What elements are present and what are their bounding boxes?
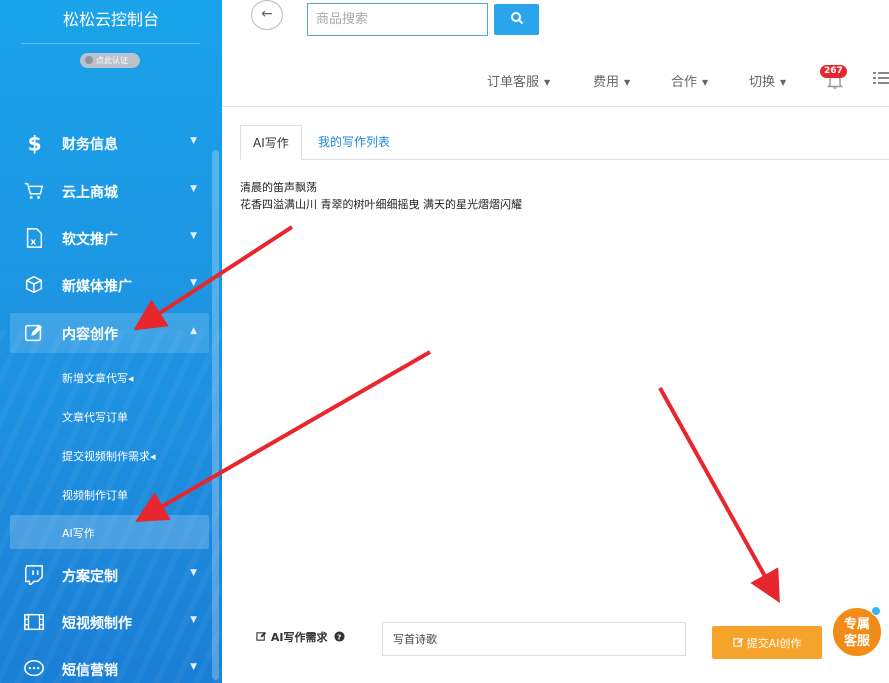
- caret-up-icon: ▲: [190, 326, 197, 336]
- svg-text:?: ?: [337, 632, 341, 641]
- nav-cooperation[interactable]: 合作 ▼: [671, 71, 708, 90]
- poem-line: 花香四溢满山川 青翠的树叶细细摇曳 满天的星光熠熠闪耀: [240, 198, 522, 211]
- excel-doc-icon: x: [26, 228, 43, 248]
- sidebar-item-label: 软文推广: [62, 232, 118, 248]
- caret-down-icon: ▼: [190, 231, 197, 241]
- submit-ai-button[interactable]: 提交AI创作: [712, 626, 822, 659]
- caret-down-icon: ▼: [190, 662, 197, 672]
- poem-line: 清晨的笛声飘荡: [240, 181, 317, 194]
- twitch-icon: [25, 565, 43, 585]
- service-line: 客服: [843, 634, 870, 649]
- caret-down-icon: ▼: [780, 78, 787, 87]
- service-line: 专属: [843, 617, 870, 632]
- submit-label: 提交AI创作: [746, 636, 802, 650]
- svg-text:$: $: [28, 132, 42, 154]
- edit-icon: [732, 637, 743, 647]
- edit-icon: [256, 631, 267, 641]
- sidebar-item-finance[interactable]: $ 财务信息 ▼: [10, 123, 209, 163]
- sidebar-item-plan[interactable]: 方案定制 ▼: [10, 555, 209, 595]
- online-indicator: [871, 606, 881, 616]
- back-button[interactable]: ←: [251, 0, 283, 30]
- submenu-item-video-request[interactable]: 提交视频制作需求◂: [10, 438, 209, 472]
- nav-label: 费用: [593, 75, 620, 90]
- requirement-input[interactable]: [382, 622, 686, 656]
- tab-ai-writing[interactable]: AI写作: [240, 125, 302, 160]
- caret-down-icon: ▼: [190, 184, 197, 194]
- submenu-item-article-orders[interactable]: 文章代写订单: [10, 399, 209, 433]
- sidebar-item-label: 方案定制: [62, 569, 118, 585]
- film-icon: [24, 613, 44, 631]
- nav-order-service[interactable]: 订单客服 ▼: [487, 71, 550, 90]
- sidebar-scrollbar[interactable]: [212, 150, 219, 680]
- sidebar-item-label: 新媒体推广: [62, 279, 132, 295]
- caret-down-icon: ▼: [624, 78, 631, 87]
- cart-icon: [24, 182, 44, 199]
- submenu-item-new-article[interactable]: 新增文章代写◂: [10, 360, 209, 394]
- nav-fees[interactable]: 费用 ▼: [593, 71, 630, 90]
- sidebar-item-shortvideo[interactable]: 短视频制作 ▼: [10, 602, 209, 642]
- divider: [22, 43, 200, 44]
- caret-down-icon: ▼: [544, 78, 551, 87]
- svg-text:x: x: [30, 236, 36, 247]
- submenu-label: 文章代写订单: [62, 411, 128, 424]
- caret-down-icon: ▼: [190, 568, 197, 578]
- nav-label: 切换: [749, 75, 776, 90]
- sidebar-item-label: 短信营销: [62, 663, 118, 679]
- submenu-label: AI写作: [62, 527, 95, 540]
- caret-down-icon: ▼: [702, 78, 709, 87]
- brand-title: 松松云控制台: [62, 10, 159, 29]
- sidebar-item-mall[interactable]: 云上商城 ▼: [10, 171, 209, 211]
- nav-label: 合作: [671, 75, 698, 90]
- edit-icon: [25, 324, 43, 342]
- sidebar-item-label: 财务信息: [62, 137, 118, 153]
- submenu-item-ai-writing[interactable]: AI写作: [10, 515, 209, 549]
- ai-result-text: 清晨的笛声飘荡 花香四溢满山川 青翠的树叶细细摇曳 满天的星光熠熠闪耀: [240, 179, 522, 213]
- sidebar-item-content[interactable]: 内容创作 ▲: [10, 313, 209, 353]
- caret-down-icon: ▼: [190, 136, 197, 146]
- requirement-label: AI写作需求 ?: [256, 629, 345, 645]
- search-input[interactable]: [307, 3, 488, 36]
- header-divider: [222, 106, 889, 107]
- nav-label: 订单客服: [487, 75, 540, 90]
- nav-switch[interactable]: 切换 ▼: [749, 71, 786, 90]
- submenu-label: 提交视频制作需求◂: [62, 450, 156, 463]
- sidebar-item-label: 短视频制作: [62, 616, 132, 632]
- sidebar: 松松云控制台 点此认证 $ 财务信息 ▼ 云上商城 ▼ x 软文推广 ▼ 新媒体…: [0, 0, 222, 683]
- verify-badge[interactable]: 点此认证: [80, 53, 140, 68]
- tabs-divider: [240, 159, 889, 160]
- chat-icon: [24, 660, 44, 677]
- search-button[interactable]: [494, 4, 539, 35]
- cube-icon: [25, 275, 43, 294]
- arrow-annotation: [658, 387, 780, 603]
- caret-down-icon: ▼: [190, 278, 197, 288]
- requirement-label-text: AI写作需求: [270, 631, 328, 644]
- search-icon: [510, 12, 523, 25]
- sidebar-item-label: 内容创作: [62, 327, 118, 343]
- sidebar-item-label: 云上商城: [62, 185, 118, 201]
- notification-badge: 267: [820, 65, 847, 78]
- list-icon[interactable]: [873, 71, 889, 85]
- submenu-label: 新增文章代写◂: [62, 372, 134, 385]
- arrow-left-icon: ←: [261, 6, 273, 22]
- submenu-label: 视频制作订单: [62, 489, 128, 502]
- question-icon[interactable]: ?: [334, 631, 345, 642]
- dollar-icon: $: [28, 132, 42, 154]
- submenu-item-video-orders[interactable]: 视频制作订单: [10, 477, 209, 511]
- verify-label: 点此认证: [96, 56, 128, 65]
- tab-my-writing-list[interactable]: 我的写作列表: [306, 125, 402, 160]
- sidebar-item-sms[interactable]: 短信营销 ▼: [10, 649, 209, 683]
- sidebar-item-softarticle[interactable]: x 软文推广 ▼: [10, 218, 209, 258]
- caret-down-icon: ▼: [190, 615, 197, 625]
- sidebar-item-newmedia[interactable]: 新媒体推广 ▼: [10, 265, 209, 305]
- info-icon: [85, 56, 93, 64]
